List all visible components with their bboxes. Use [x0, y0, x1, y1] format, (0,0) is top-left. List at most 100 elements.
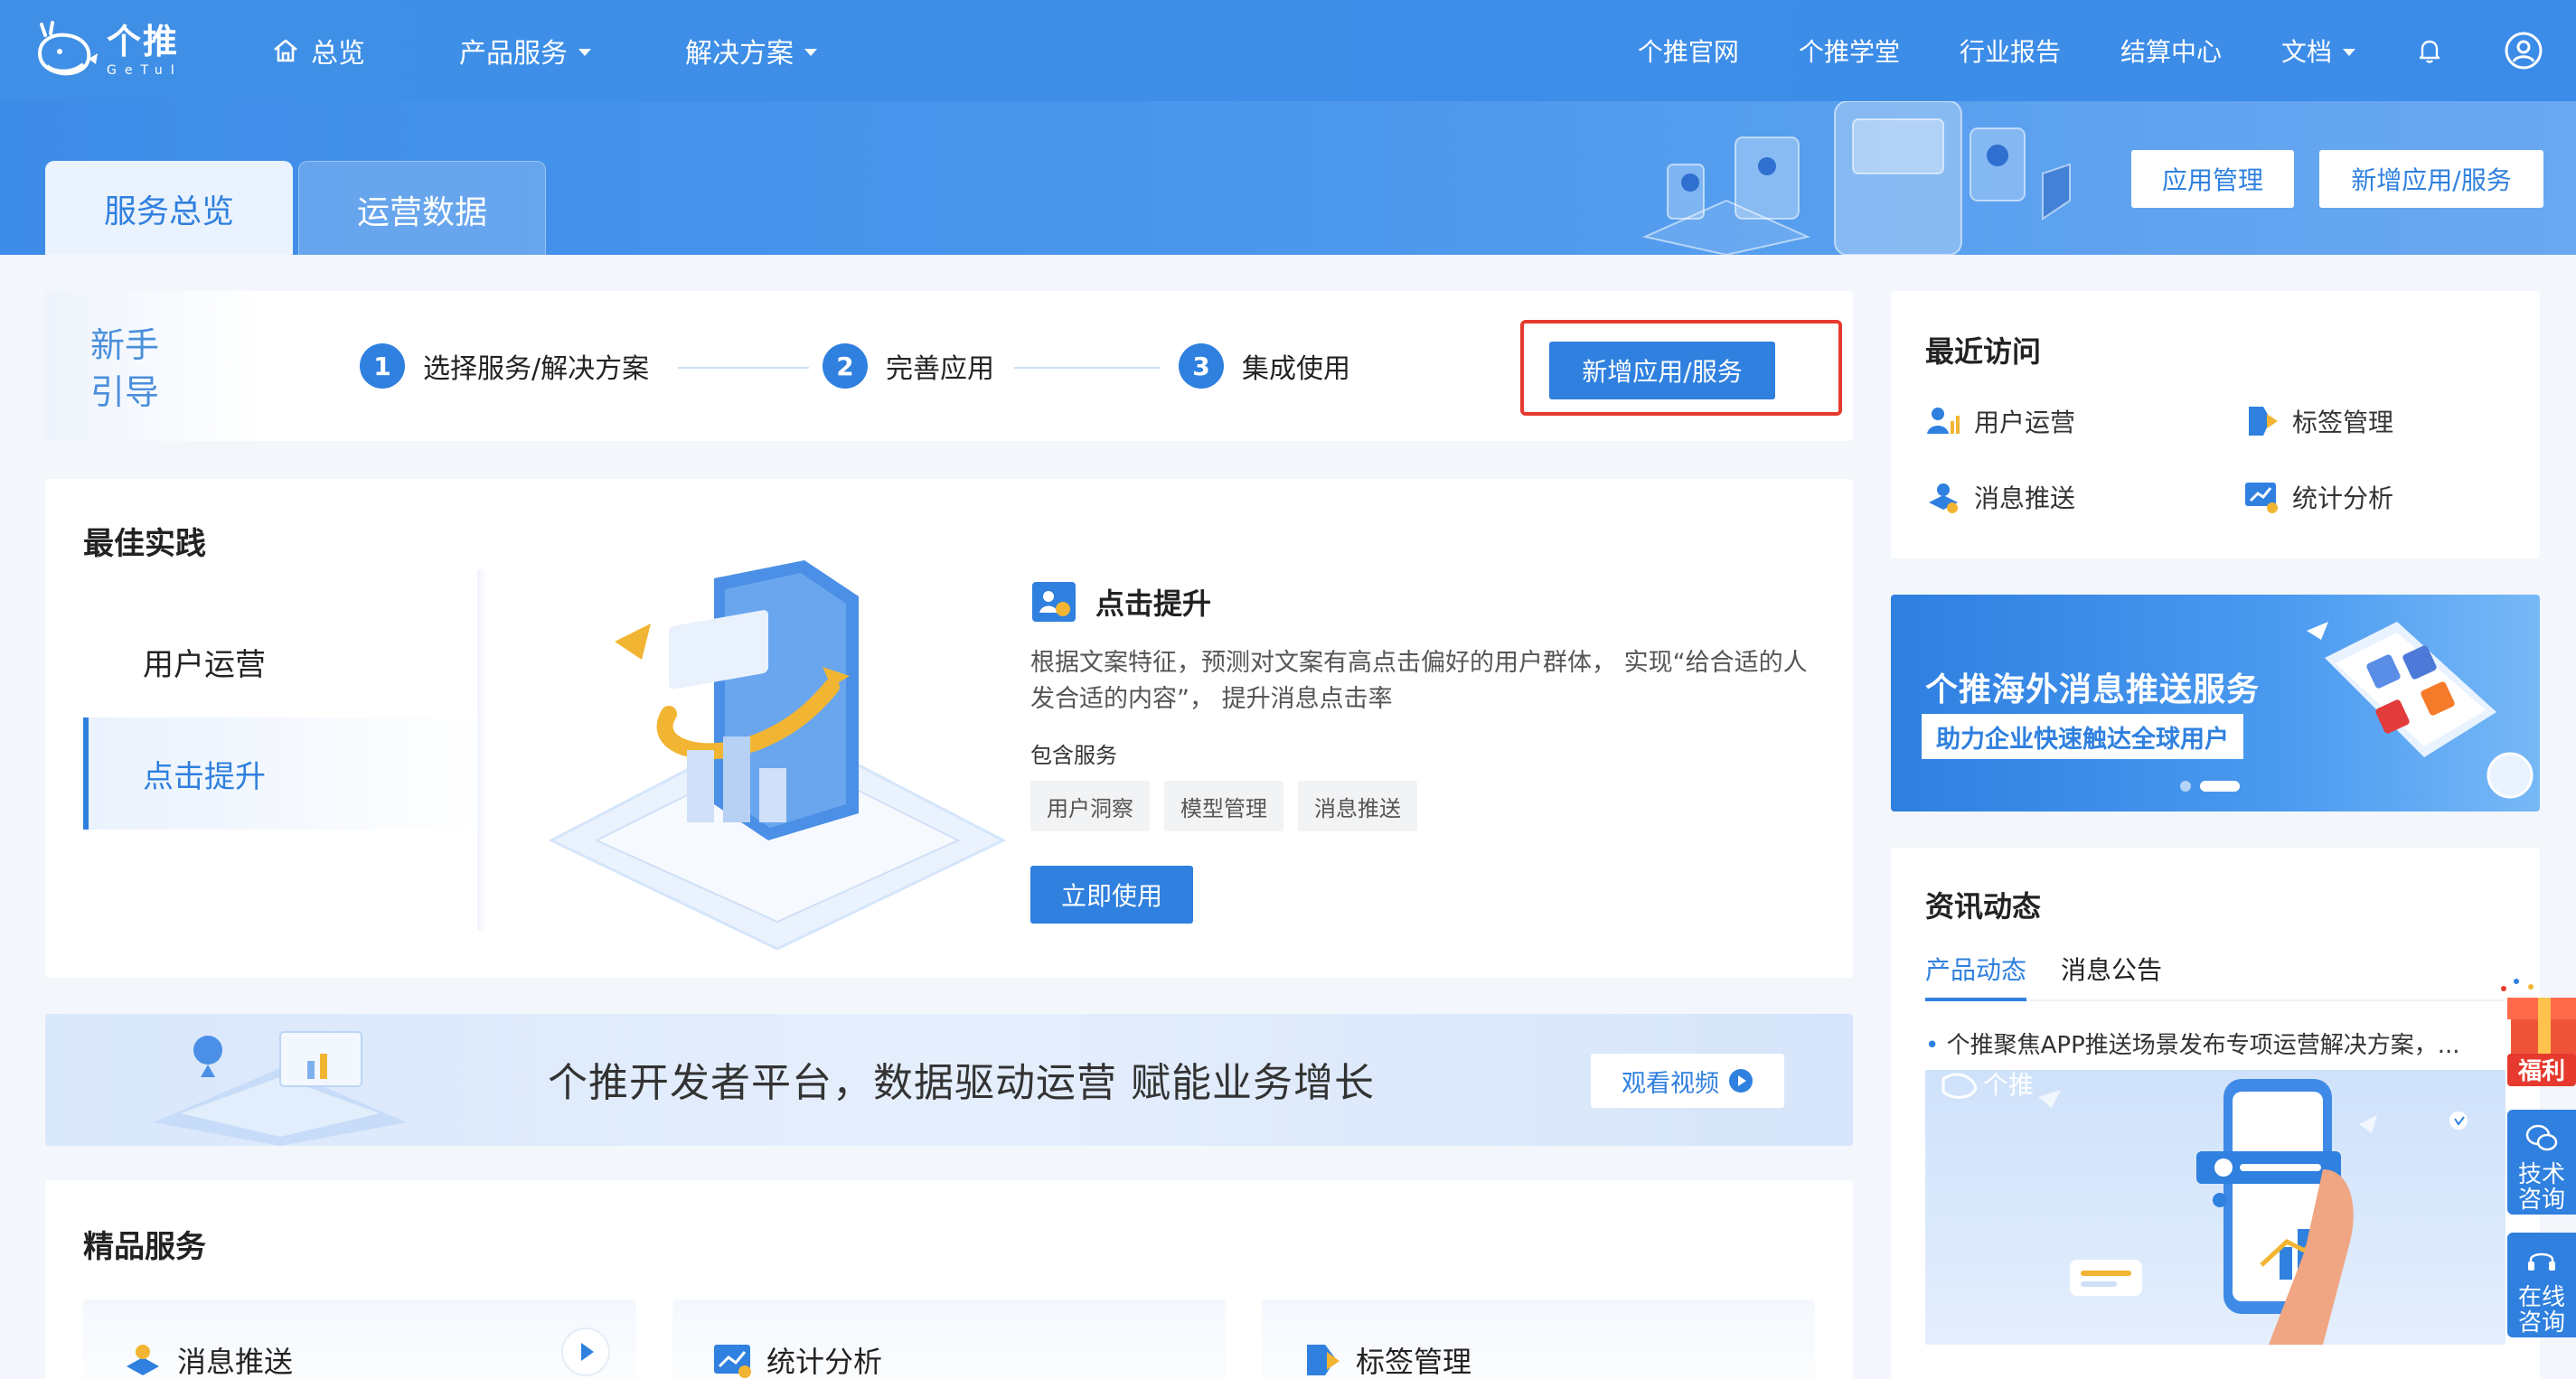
nav-solutions-label: 解决方案 — [685, 38, 794, 70]
nav-overview[interactable]: 总览 — [271, 31, 365, 70]
play-icon[interactable] — [560, 1327, 611, 1377]
recent-item-label: 消息推送 — [1974, 483, 2076, 513]
guide-title-line2: 引导 — [90, 372, 160, 412]
carousel-dot[interactable] — [2180, 781, 2191, 792]
recent-item-message-push[interactable]: 消息推送 — [1925, 479, 2075, 515]
highlight-box: 新增应用/服务 — [1520, 320, 1842, 416]
nav-products-label: 产品服务 — [459, 38, 568, 70]
watch-video-label: 观看视频 — [1622, 1069, 1719, 1098]
bell-icon[interactable] — [2415, 36, 2444, 65]
play-icon — [1729, 1069, 1753, 1093]
hero-illustration — [1641, 101, 2071, 255]
gift-box-icon[interactable]: 福利 — [2495, 972, 2576, 1092]
bp-chips: 用户洞察 模型管理 消息推送 — [1030, 781, 1432, 831]
bp-menu-user-operation[interactable]: 用户运营 — [83, 605, 481, 718]
guide-add-app-button[interactable]: 新增应用/服务 — [1549, 342, 1775, 399]
whale-logo-icon — [37, 21, 98, 76]
recent-visits-card: 最近访问 用户运营 标签管理 消息推送 统计分析 — [1891, 291, 2540, 558]
nav-academy[interactable]: 个推学堂 — [1799, 33, 1900, 69]
tech-consult-button[interactable]: 技术咨询 — [2507, 1110, 2576, 1215]
overseas-push-promo-banner[interactable]: 个推海外消息推送服务 助力企业快速触达全球用户 — [1891, 595, 2540, 811]
tab-announcements[interactable]: 消息公告 — [2061, 951, 2162, 1001]
premium-services-card: 精品服务 消息推送 统计分析 标签管理 — [45, 1180, 1853, 1379]
nav-billing[interactable]: 结算中心 — [2120, 33, 2222, 69]
service-title: 标签管理 — [1300, 1339, 1471, 1379]
promo-title: 个推海外消息推送服务 — [1925, 671, 2261, 708]
recent-item-user-operation[interactable]: 用户运营 — [1925, 403, 2075, 439]
step-label: 完善应用 — [886, 353, 994, 385]
developer-platform-banner[interactable]: 个推开发者平台，数据驱动运营 赋能业务增长 观看视频 — [45, 1014, 1853, 1146]
use-now-button[interactable]: 立即使用 — [1030, 866, 1193, 924]
getui-logo[interactable]: 个推 GeTuI — [33, 18, 183, 83]
news-card: 资讯动态 产品动态 消息公告 • 个推聚焦APP推送场景发布专项运营解决方案，.… — [1891, 848, 2540, 1379]
watch-video-button[interactable]: 观看视频 — [1591, 1054, 1784, 1108]
chip-message-push[interactable]: 消息推送 — [1298, 781, 1417, 831]
news-image[interactable]: 个推 — [1925, 1070, 2505, 1345]
best-practice-title: 最佳实践 — [83, 526, 206, 562]
analytics-icon — [2245, 483, 2278, 513]
step-number: 1 — [360, 343, 405, 389]
wechat-icon — [2525, 1124, 2558, 1151]
bullet: • — [1925, 1032, 1947, 1059]
carousel-dots[interactable] — [2180, 781, 2249, 792]
user-operation-icon — [1927, 408, 1960, 434]
tab-operation-data[interactable]: 运营数据 — [298, 161, 546, 255]
banner-slogan: 个推开发者平台，数据驱动运营 赋能业务增长 — [548, 1060, 1375, 1106]
bp-heading: 点击提升 — [1030, 580, 1211, 624]
step-label: 集成使用 — [1242, 353, 1350, 385]
chevron-down-icon — [578, 49, 591, 56]
divider — [477, 569, 486, 931]
users-click-icon — [1032, 582, 1076, 622]
guide-step-3: 3 集成使用 — [1179, 343, 1350, 389]
carousel-dot-active[interactable] — [2200, 781, 2240, 792]
nav-official-site[interactable]: 个推官网 — [1638, 33, 1739, 69]
online-consult-button[interactable]: 在线咨询 — [2507, 1233, 2576, 1337]
bp-menu-click-boost[interactable]: 点击提升 — [83, 718, 481, 830]
add-app-service-button[interactable]: 新增应用/服务 — [2319, 150, 2543, 208]
user-avatar-icon[interactable] — [2504, 31, 2543, 70]
recent-title: 最近访问 — [1925, 334, 2042, 369]
chip-user-insight[interactable]: 用户洞察 — [1030, 781, 1150, 831]
recent-item-tag-management[interactable]: 标签管理 — [2243, 403, 2393, 439]
guide-step-1: 1 选择服务/解决方案 — [360, 343, 649, 389]
app-management-button[interactable]: 应用管理 — [2131, 150, 2294, 208]
service-card-analytics[interactable]: 统计分析 — [672, 1299, 1226, 1379]
top-navbar: 个推 GeTuI 总览 产品服务 解决方案 个推官网 个推学堂 行业报告 结算中… — [0, 0, 2576, 101]
service-card-tags[interactable]: 标签管理 — [1262, 1299, 1815, 1379]
nav-solutions[interactable]: 解决方案 — [685, 31, 817, 70]
news-illustration: 个推 — [1941, 1070, 2468, 1345]
chevron-down-icon — [804, 49, 817, 56]
service-label: 标签管理 — [1356, 1345, 1472, 1379]
message-push-icon — [127, 1345, 159, 1375]
tech-consult-label: 技术咨询 — [2517, 1161, 2565, 1214]
nav-products[interactable]: 产品服务 — [459, 31, 591, 70]
tab-service-overview[interactable]: 服务总览 — [45, 161, 293, 255]
online-consult-label: 在线咨询 — [2517, 1284, 2565, 1337]
service-title: 消息推送 — [121, 1339, 293, 1379]
beginner-guide-card: 新手 引导 1 选择服务/解决方案 2 完善应用 3 集成使用 新增应用/服务 — [45, 291, 1853, 441]
hero-banner: 服务总览 运营数据 应用管理 新增应用/服务 — [0, 101, 2576, 255]
recent-item-label: 用户运营 — [1974, 408, 2076, 437]
platform-illustration — [154, 1031, 407, 1146]
best-practice-menu: 用户运营 点击提升 — [83, 569, 481, 931]
message-push-icon — [1929, 483, 1958, 513]
nav-docs-label: 文档 — [2280, 37, 2332, 67]
chip-model-management[interactable]: 模型管理 — [1164, 781, 1283, 831]
tab-product-news[interactable]: 产品动态 — [1925, 951, 2027, 1001]
step-label: 选择服务/解决方案 — [423, 353, 650, 385]
service-label: 消息推送 — [177, 1345, 294, 1379]
nav-docs[interactable]: 文档 — [2281, 33, 2355, 69]
step-connector — [1014, 367, 1161, 369]
bp-heading-text: 点击提升 — [1095, 586, 1212, 621]
gift-label: 福利 — [2517, 1058, 2565, 1085]
headset-icon — [2528, 1252, 2555, 1271]
service-card-push[interactable]: 消息推送 — [83, 1299, 636, 1379]
home-icon — [274, 39, 297, 62]
nav-industry-report[interactable]: 行业报告 — [1960, 33, 2061, 69]
phone-growth-illustration — [548, 560, 1007, 951]
news-item[interactable]: • 个推聚焦APP推送场景发布专项运营解决方案，... — [1925, 1027, 2495, 1060]
guide-title: 新手 引导 — [90, 322, 159, 416]
image-brand: 个推 — [1983, 1070, 2034, 1100]
chevron-down-icon — [2343, 49, 2355, 56]
recent-item-analytics[interactable]: 统计分析 — [2243, 479, 2393, 515]
